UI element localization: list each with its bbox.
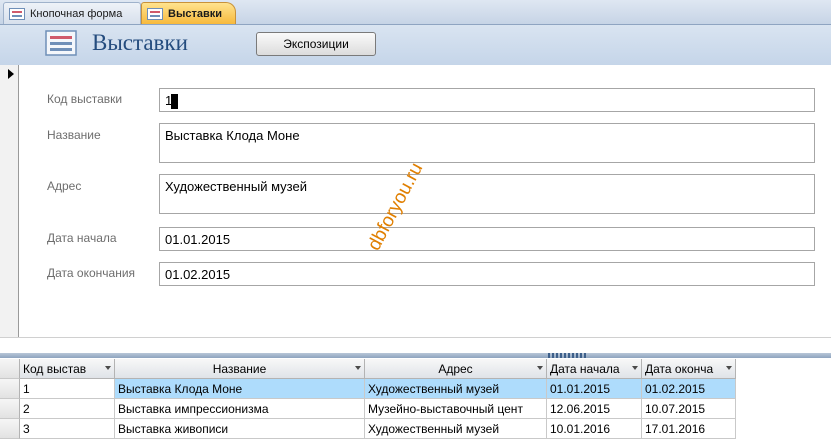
form-title: Выставки — [92, 30, 188, 55]
row-selector[interactable] — [0, 419, 20, 439]
start-date-label: Дата начала — [47, 231, 117, 245]
form-icon — [147, 7, 163, 20]
table-cell[interactable]: Музейно-выставочный цент — [365, 399, 547, 419]
address-field[interactable]: Художественный музей — [159, 174, 815, 214]
table-row[interactable]: 2 Выставка импрессионизма Музейно-выстав… — [0, 399, 831, 419]
column-header-id[interactable]: Код выстав — [20, 359, 115, 379]
column-header-label: Код выстав — [23, 362, 87, 376]
text-cursor — [171, 94, 179, 110]
table-row[interactable]: 3 Выставка живописи Художественный музей… — [0, 419, 831, 439]
column-header-label: Адрес — [438, 362, 473, 376]
row-selector[interactable] — [0, 399, 20, 419]
start-date-field[interactable]: 01.01.2015 — [159, 227, 815, 251]
exhibits-button[interactable]: Экспозиции — [256, 32, 376, 56]
table-cell[interactable]: Выставка импрессионизма — [115, 399, 365, 419]
table-row[interactable]: 1 Выставка Клода Моне Художественный муз… — [0, 379, 831, 399]
splitter-grip-icon[interactable] — [548, 353, 586, 358]
tab-exhibitions[interactable]: Выставки — [141, 2, 236, 24]
form-header-icon — [45, 30, 77, 56]
record-selector[interactable] — [0, 65, 19, 337]
tab-label: Кнопочная форма — [30, 7, 123, 20]
dropdown-arrow-icon[interactable] — [537, 366, 543, 370]
column-header-label: Дата оконча — [645, 362, 714, 376]
column-header-address[interactable]: Адрес — [365, 359, 547, 379]
table-cell[interactable]: Художественный музей — [365, 379, 547, 399]
column-header-name[interactable]: Название — [115, 359, 365, 379]
form-icon — [9, 7, 25, 20]
address-label: Адрес — [47, 179, 82, 193]
tab-label: Выставки — [168, 7, 222, 20]
end-date-field[interactable]: 01.02.2015 — [159, 262, 815, 286]
splitter-bar[interactable] — [0, 353, 831, 358]
tab-switchboard-form[interactable]: Кнопочная форма — [3, 2, 141, 24]
table-cell[interactable]: 10.01.2016 — [547, 419, 642, 439]
table-cell[interactable]: 2 — [20, 399, 115, 419]
form-header: Выставки Экспозиции — [0, 25, 831, 65]
dropdown-arrow-icon[interactable] — [105, 366, 111, 370]
datasheet: Код выстав Название Адрес Дата начала Да… — [0, 359, 831, 441]
split-form-divider[interactable] — [0, 337, 831, 360]
column-header-label: Дата начала — [550, 362, 620, 376]
column-header-label: Название — [212, 362, 267, 376]
table-cell[interactable]: 1 — [20, 379, 115, 399]
table-cell[interactable]: 01.01.2015 — [547, 379, 642, 399]
column-header-start-date[interactable]: Дата начала — [547, 359, 642, 379]
table-cell[interactable]: Художественный музей — [365, 419, 547, 439]
exhibition-id-field[interactable]: 1 — [159, 88, 815, 112]
current-record-arrow-icon — [8, 69, 14, 79]
name-field[interactable]: Выставка Клода Моне — [159, 123, 815, 163]
table-cell[interactable]: 10.07.2015 — [642, 399, 736, 419]
end-date-label: Дата окончания — [47, 266, 136, 280]
table-cell[interactable]: 3 — [20, 419, 115, 439]
table-cell[interactable]: 17.01.2016 — [642, 419, 736, 439]
datasheet-header-row: Код выстав Название Адрес Дата начала Да… — [0, 359, 831, 379]
table-cell[interactable]: Выставка живописи — [115, 419, 365, 439]
dropdown-arrow-icon[interactable] — [632, 366, 638, 370]
document-tab-bar: Кнопочная форма Выставки — [0, 0, 831, 25]
name-label: Название — [47, 128, 101, 142]
dropdown-arrow-icon[interactable] — [726, 366, 732, 370]
column-header-end-date[interactable]: Дата оконча — [642, 359, 736, 379]
exhibition-id-label: Код выставки — [47, 92, 123, 106]
dropdown-arrow-icon[interactable] — [355, 366, 361, 370]
select-all-corner[interactable] — [0, 359, 20, 379]
table-cell[interactable]: Выставка Клода Моне — [115, 379, 365, 399]
table-cell[interactable]: 01.02.2015 — [642, 379, 736, 399]
table-cell[interactable]: 12.06.2015 — [547, 399, 642, 419]
row-selector[interactable] — [0, 379, 20, 399]
